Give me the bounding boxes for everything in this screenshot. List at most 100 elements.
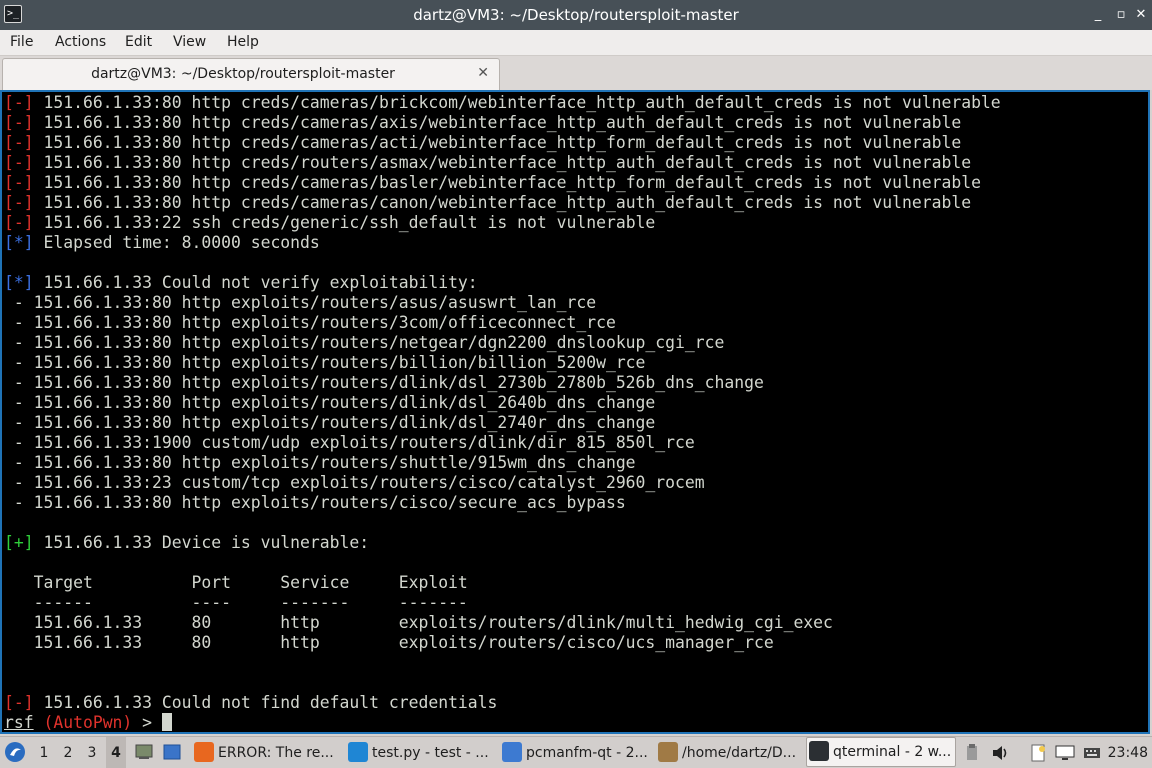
terminal-line: [-] 151.66.1.33:22 ssh creds/generic/ssh… — [4, 213, 1001, 233]
terminal-line: [-] 151.66.1.33:80 http creds/routers/as… — [4, 153, 1001, 173]
terminal-output[interactable]: [-] 151.66.1.33:80 http creds/cameras/br… — [0, 90, 1150, 734]
taskbar-task-label: test.py - test - ... — [372, 745, 489, 761]
prompt-module: (AutoPwn) — [43, 713, 133, 732]
terminal-line: - 151.66.1.33:80 http exploits/routers/s… — [4, 453, 1001, 473]
terminal-line-text: - 151.66.1.33:23 custom/tcp exploits/rou… — [4, 473, 705, 492]
terminal-line-text: - 151.66.1.33:80 http exploits/routers/d… — [4, 413, 656, 432]
volume-icon[interactable] — [990, 743, 1010, 763]
terminal-line: [-] 151.66.1.33:80 http creds/cameras/ca… — [4, 193, 1001, 213]
terminal-line-text: 151.66.1.33 Device is vulnerable: — [33, 533, 370, 552]
terminal-line-text: 151.66.1.33:80 http creds/cameras/canon/… — [33, 193, 972, 212]
tab-terminal[interactable]: dartz@VM3: ~/Desktop/routersploit-master… — [2, 58, 500, 90]
terminal-line: [+] 151.66.1.33 Device is vulnerable: — [4, 533, 1001, 553]
status-marker: [-] — [4, 153, 34, 172]
clipboard-tray-icon[interactable] — [962, 743, 982, 763]
prompt-rsf: rsf — [4, 713, 34, 732]
maximize-button[interactable]: ▫ — [1111, 5, 1131, 25]
terminal-line: - 151.66.1.33:80 http exploits/routers/b… — [4, 353, 1001, 373]
terminal-line-text: 151.66.1.33:22 ssh creds/generic/ssh_def… — [33, 213, 656, 232]
terminal-line: [-] 151.66.1.33:80 http creds/cameras/ax… — [4, 113, 1001, 133]
terminal-line-text: - 151.66.1.33:1900 custom/udp exploits/r… — [4, 433, 695, 452]
status-marker: [+] — [4, 533, 34, 552]
terminal-line: - 151.66.1.33:80 http exploits/routers/d… — [4, 373, 1001, 393]
archive-icon — [658, 742, 678, 762]
taskbar-task[interactable]: qterminal - 2 w... — [806, 737, 956, 767]
terminal-line-text: 151.66.1.33:80 http creds/routers/asmax/… — [33, 153, 972, 172]
minimize-button[interactable]: _ — [1088, 5, 1108, 25]
show-desktop-button[interactable] — [134, 737, 156, 768]
terminal-line-text: 151.66.1.33:80 http creds/cameras/axis/w… — [33, 113, 962, 132]
menu-view[interactable]: View — [173, 34, 206, 50]
network-tray-icon[interactable] — [1054, 743, 1075, 763]
terminal-lines: [-] 151.66.1.33:80 http creds/cameras/br… — [4, 93, 1001, 732]
taskbar: 1 2 3 4 ERROR: The re... test.py - test -… — [0, 736, 1152, 768]
terminal-line: [-] 151.66.1.33:80 http creds/cameras/br… — [4, 93, 1001, 113]
menu-edit[interactable]: Edit — [125, 34, 152, 50]
text-cursor — [161, 713, 172, 731]
terminal-line: Target Port Service Exploit — [4, 573, 1001, 593]
terminal-line-text: 151.66.1.33 80 http exploits/routers/dli… — [4, 613, 833, 632]
desktop-2[interactable]: 2 — [58, 737, 78, 768]
terminal-line-text: ------ ---- ------- ------- — [4, 593, 468, 612]
close-button[interactable]: ✕ — [1131, 5, 1151, 25]
tab-bar: dartz@VM3: ~/Desktop/routersploit-master… — [0, 56, 1152, 90]
window-titlebar[interactable]: >_ dartz@VM3: ~/Desktop/routersploit-mas… — [0, 0, 1152, 30]
status-marker: [-] — [4, 173, 34, 192]
status-marker: [-] — [4, 193, 34, 212]
menu-help[interactable]: Help — [227, 34, 259, 50]
terminal-line-text: - 151.66.1.33:80 http exploits/routers/d… — [4, 373, 764, 392]
status-marker: [-] — [4, 693, 34, 712]
command-prompt[interactable]: rsf (AutoPwn) > — [4, 713, 1001, 732]
taskbar-task-label: pcmanfm-qt - 2... — [526, 745, 648, 761]
status-marker: [-] — [4, 93, 34, 112]
notes-tray-icon[interactable] — [1028, 743, 1048, 763]
terminal-line-text: - 151.66.1.33:80 http exploits/routers/b… — [4, 353, 646, 372]
desktop-3[interactable]: 3 — [82, 737, 102, 768]
firefox-icon — [194, 742, 214, 762]
terminal-line-text: - 151.66.1.33:80 http exploits/routers/s… — [4, 453, 636, 472]
taskbar-task[interactable]: ERROR: The re... — [192, 737, 342, 768]
keyboard-tray-icon[interactable] — [1082, 743, 1102, 763]
status-marker: [-] — [4, 213, 34, 232]
start-menu-button[interactable] — [4, 737, 28, 768]
taskbar-task[interactable]: test.py - test - ... — [346, 737, 496, 768]
terminal-line: [-] 151.66.1.33:80 http creds/cameras/ba… — [4, 173, 1001, 193]
clock[interactable]: 23:48 — [1108, 737, 1148, 768]
tab-close-icon[interactable]: ✕ — [477, 65, 489, 81]
terminal-line-text: 151.66.1.33:80 http creds/cameras/brickc… — [33, 93, 1001, 112]
terminal-line: - 151.66.1.33:80 http exploits/routers/d… — [4, 413, 1001, 433]
terminal-line-text: 151.66.1.33:80 http creds/cameras/basler… — [33, 173, 981, 192]
status-marker: [-] — [4, 113, 34, 132]
taskbar-task-label: /home/dartz/D... — [682, 745, 797, 761]
terminal-line: [-] 151.66.1.33:80 http creds/cameras/ac… — [4, 133, 1001, 153]
terminal-line: 151.66.1.33 80 http exploits/routers/dli… — [4, 613, 1001, 633]
window-list-button[interactable] — [162, 737, 184, 768]
terminal-line-text: 151.66.1.33 80 http exploits/routers/cis… — [4, 633, 774, 652]
desktop-4[interactable]: 4 — [106, 737, 126, 768]
folder-icon — [502, 742, 522, 762]
terminal-line-text: - 151.66.1.33:80 http exploits/routers/n… — [4, 333, 725, 352]
terminal-line-text: 151.66.1.33:80 http creds/cameras/acti/w… — [33, 133, 962, 152]
menu-actions[interactable]: Actions — [55, 34, 106, 50]
terminal-line-text: - 151.66.1.33:80 http exploits/routers/d… — [4, 393, 656, 412]
terminal-line-text: 151.66.1.33 Could not find default crede… — [33, 693, 498, 712]
terminal-line: - 151.66.1.33:80 http exploits/routers/3… — [4, 313, 1001, 333]
terminal-line-text: Target Port Service Exploit — [4, 573, 468, 592]
show-desktop-icon — [135, 744, 153, 759]
terminal-line-text: - 151.66.1.33:80 http exploits/routers/3… — [4, 313, 616, 332]
terminal-line-text: - 151.66.1.33:80 http exploits/routers/c… — [4, 493, 626, 512]
menu-file[interactable]: File — [10, 34, 33, 50]
window-icon — [163, 744, 181, 760]
terminal-line: - 151.66.1.33:80 http exploits/routers/n… — [4, 333, 1001, 353]
taskbar-task-label: qterminal - 2 w... — [833, 744, 952, 760]
terminal-line-text: 151.66.1.33 Could not verify exploitabil… — [33, 273, 478, 292]
taskbar-task[interactable]: /home/dartz/D... — [656, 737, 802, 768]
taskbar-task[interactable]: pcmanfm-qt - 2... — [500, 737, 652, 768]
tab-label: dartz@VM3: ~/Desktop/routersploit-master — [91, 66, 395, 82]
desktop-1[interactable]: 1 — [34, 737, 54, 768]
lxqt-logo-icon — [5, 742, 25, 762]
terminal-icon — [809, 741, 829, 761]
